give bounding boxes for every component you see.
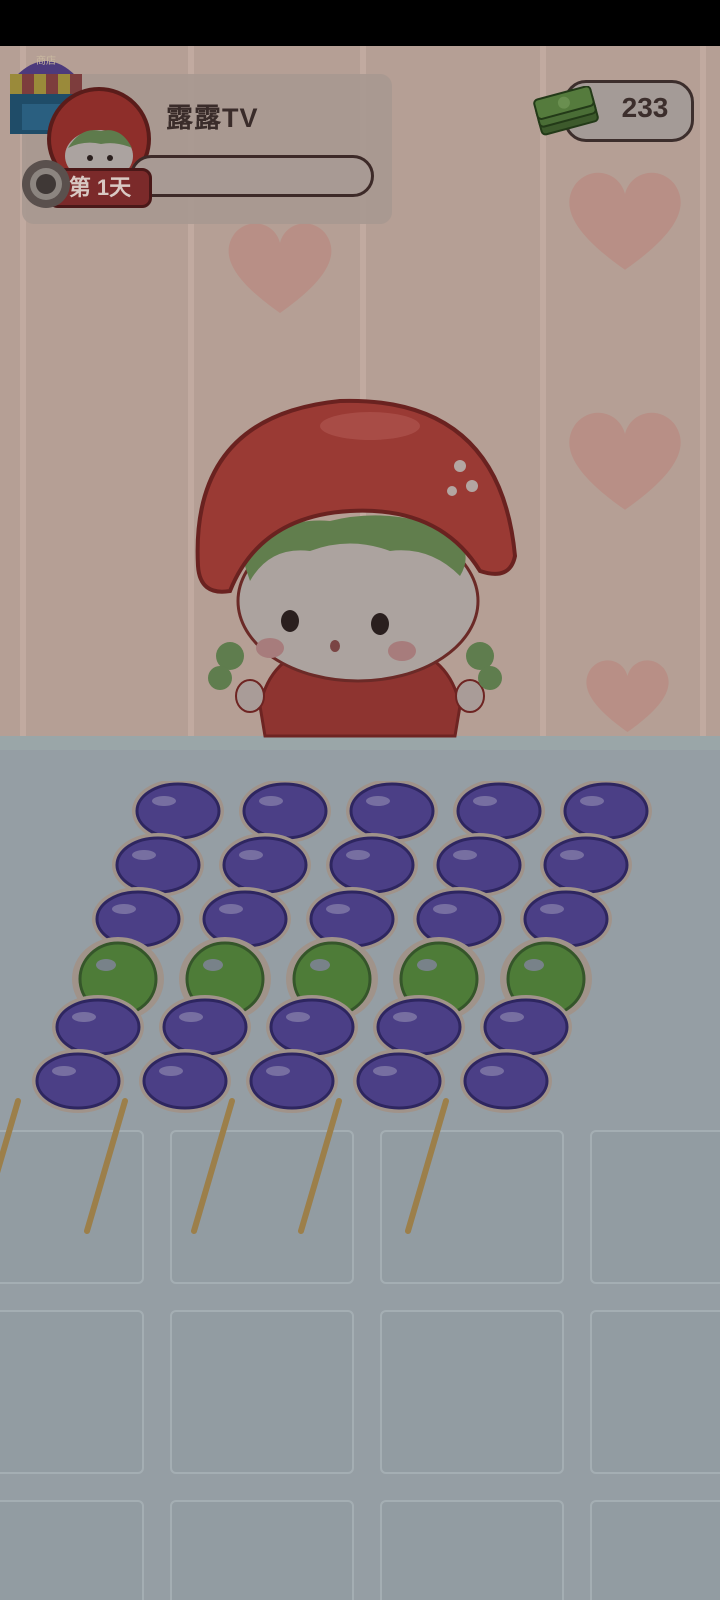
floor-tile <box>590 1500 720 1600</box>
floor-tile <box>380 1310 564 1474</box>
purple-candy-bead[interactable] <box>219 833 311 897</box>
skewer-stick <box>298 1098 342 1234</box>
skewer-stick <box>0 1098 21 1174</box>
purple-candy-bead[interactable] <box>326 833 418 897</box>
cash-stack-icon <box>533 86 599 136</box>
floor-tile <box>0 1500 144 1600</box>
purple-candy-bead[interactable] <box>560 781 652 843</box>
floor-tile <box>170 1310 354 1474</box>
purple-candy-bead[interactable] <box>453 781 545 843</box>
status-bar <box>0 0 720 46</box>
svg-text:商店: 商店 <box>36 54 56 67</box>
purple-candy-bead[interactable] <box>132 781 224 843</box>
purple-candy-bead[interactable] <box>346 781 438 843</box>
toggle-knob-icon[interactable] <box>20 156 70 212</box>
game-scene <box>0 46 720 1600</box>
floor-tile <box>170 1500 354 1600</box>
floor-tile <box>590 1310 720 1474</box>
skewer-stick <box>84 1098 128 1234</box>
purple-candy-bead[interactable] <box>112 833 204 897</box>
heart-decoration-icon <box>569 172 681 270</box>
purple-candy-bead[interactable] <box>159 995 251 1059</box>
purple-candy-bead[interactable] <box>480 995 572 1059</box>
player-name: 露露TV <box>166 103 259 133</box>
purple-candy-bead[interactable] <box>52 995 144 1059</box>
purple-candy-bead[interactable] <box>433 833 525 897</box>
wall-stripe <box>540 46 546 736</box>
wall-stripe <box>700 46 706 736</box>
floor-tile <box>0 1310 144 1474</box>
purple-candy-bead[interactable] <box>239 781 331 843</box>
purple-candy-bead[interactable] <box>266 995 358 1059</box>
skewer-board[interactable] <box>0 781 720 1251</box>
purple-candy-bead[interactable] <box>246 1049 338 1113</box>
heart-decoration-icon <box>586 660 669 732</box>
heart-decoration-icon <box>569 412 681 510</box>
skewer-stick <box>191 1098 235 1234</box>
floor-tile <box>380 1500 564 1600</box>
purple-candy-bead[interactable] <box>460 1049 552 1113</box>
purple-candy-bead[interactable] <box>353 1049 445 1113</box>
purple-candy-bead[interactable] <box>32 1049 124 1113</box>
purple-candy-bead[interactable] <box>139 1049 231 1113</box>
skewer-stick <box>405 1098 449 1234</box>
purple-candy-bead[interactable] <box>373 995 465 1059</box>
purple-candy-bead[interactable] <box>540 833 632 897</box>
heart-decoration-icon <box>228 223 332 313</box>
money-value: 233 <box>621 92 669 123</box>
day-progress-bar <box>130 155 374 197</box>
strawberry-girl-character[interactable] <box>190 356 530 776</box>
